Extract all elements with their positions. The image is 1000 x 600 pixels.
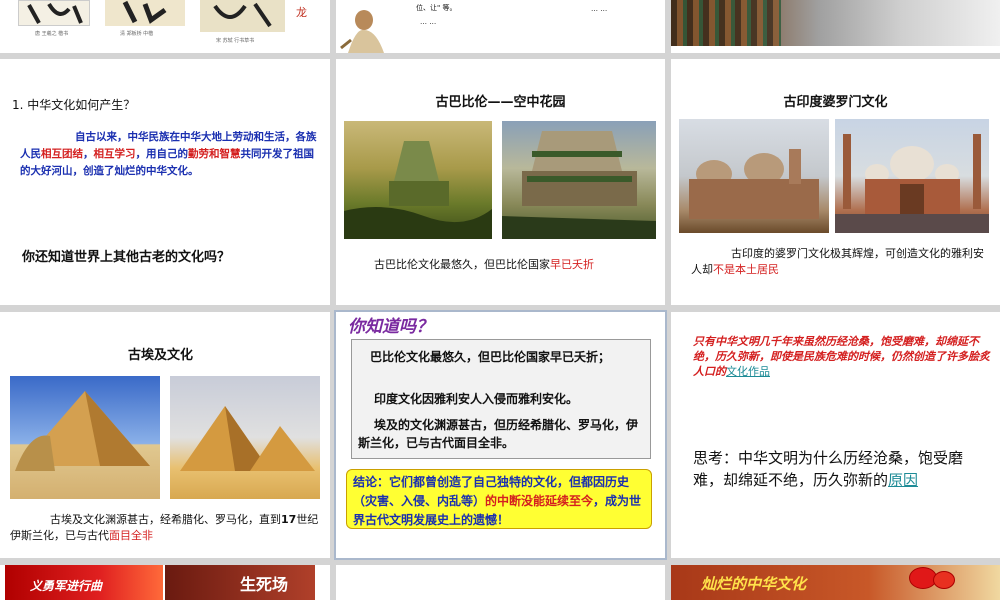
think-question: 思考：中华文明为什么历经沧桑，饱受磨难，却绵延不绝，历久弥新的原因 xyxy=(693,447,983,491)
babylon-caption: 古巴比伦文化最悠久，但巴比伦国家早已夭折 xyxy=(374,256,594,272)
egypt-caption-plain-1: 古埃及文化渊源甚古，经希腊化、罗马化，直到 xyxy=(50,513,281,526)
anthem-title: 义勇军进行曲 xyxy=(30,579,103,593)
slide-brilliant-culture[interactable]: 灿烂的中华文化 xyxy=(671,565,1000,600)
brilliant-culture-title: 灿烂的中华文化 xyxy=(701,575,807,593)
did-you-know-box: 巴比伦文化最悠久，但巴比伦国家早已夭折； 印度文化因雅利安人入侵而雅利安化。 埃… xyxy=(351,339,651,459)
calligraphy-caption-3: 宋 苏轼 行书草书 xyxy=(216,38,255,44)
para-part-3: ，用自己的 xyxy=(135,148,189,160)
origin-question: 1. 中华文化如何产生？ xyxy=(12,98,136,112)
other-cultures-question: 你还知道世界上其他古老的文化吗？ xyxy=(22,250,231,265)
babylon-caption-plain: 古巴比伦文化最悠久，但巴比伦国家 xyxy=(374,258,550,271)
conclusion-box: 结论：它们都曾创造了自己独特的文化，但都因历史（灾害、入侵、内乱等）的中断没能延… xyxy=(346,469,652,529)
india-title: 古印度婆罗门文化 xyxy=(783,95,888,110)
babylon-painting-2 xyxy=(502,121,656,239)
india-caption-red: 不是本土居民 xyxy=(713,263,779,276)
slide-text-partial[interactable]: 位、让" 等。 … … … … xyxy=(336,0,665,53)
calligraphy-image-3 xyxy=(200,0,285,32)
egypt-title: 古埃及文化 xyxy=(128,348,194,363)
egypt-caption-red: 面目全非 xyxy=(109,529,153,542)
cultural-works-link[interactable]: 文化作品 xyxy=(726,365,770,378)
india-temple-image-1 xyxy=(679,119,829,233)
conclusion-red: 的中断没能延续至今 xyxy=(485,494,594,508)
babylon-painting-1 xyxy=(344,121,492,239)
partial-text-line: 位、让" 等。 xyxy=(416,4,457,12)
origin-paragraph: 自古以来，中华民族在中华大地上劳动和生活，各族人民相互团结，相互学习，用自己的勤… xyxy=(20,129,320,180)
fact-egypt: 埃及的文化渊源甚古，但历经希腊化、罗马化，伊斯兰化，已与古代面目全非。 xyxy=(358,418,639,450)
reason-link[interactable]: 原因 xyxy=(888,471,918,489)
calligraphy-image-1 xyxy=(18,0,90,26)
para-red-2: 相互学习 xyxy=(93,148,136,160)
sphinx-pyramid-image xyxy=(10,376,160,499)
scholar-figure-image xyxy=(336,0,391,53)
did-you-know-heading: 你知道吗？ xyxy=(348,317,433,337)
india-caption: 古印度的婆罗门文化极其辉煌，可创造文化的雅利安人却不是本土居民 xyxy=(691,246,991,278)
para-red-3: 勤劳和智慧 xyxy=(188,148,241,160)
babylon-title: 古巴比伦——空中花园 xyxy=(435,95,566,110)
slide-blank-partial[interactable] xyxy=(336,565,665,600)
slide-babylon[interactable]: 古巴比伦——空中花园 古巴比伦文化最悠久，但巴比伦国家早已夭折 xyxy=(336,59,665,305)
civilization-statement: 只有中华文明几千年来虽然历经沧桑，饱受磨难，却绵延不绝，历久弥新，即使是民族危难… xyxy=(693,334,998,379)
slide-anthem[interactable]: 义勇军进行曲 生死场 xyxy=(0,565,330,600)
india-temple-image-2 xyxy=(835,119,989,233)
novel-title: 生死场 xyxy=(240,575,289,594)
think-question-text: 思考：中华文明为什么历经沧桑，饱受磨难，却绵延不绝，历久弥新的 xyxy=(693,449,964,489)
slide-did-you-know[interactable]: 你知道吗？ 巴比伦文化最悠久，但巴比伦国家早已夭折； 印度文化因雅利安人入侵而雅… xyxy=(334,310,667,560)
slide-chinese-civilization[interactable]: 只有中华文明几千年来虽然历经沧桑，饱受磨难，却绵延不绝，历久弥新，即使是民族危难… xyxy=(671,312,1000,558)
slide-egypt[interactable]: 古埃及文化 古埃及文化渊源甚古，经希腊化、罗马化，直到17世纪伊斯兰化，已与古代… xyxy=(0,312,330,558)
fact-babylon: 巴比伦文化最悠久，但巴比伦国家早已夭折； xyxy=(370,350,611,364)
ellipsis-2: … … xyxy=(420,18,437,26)
calligraphy-caption-2: 清 郑板桥 中楷 xyxy=(120,31,154,37)
para-part-2: ， xyxy=(83,148,94,160)
fact-india: 印度文化因雅利安人入侵而雅利安化。 xyxy=(374,392,579,406)
pyramids-image xyxy=(170,376,320,499)
calligraphy-caption-1: 唐 王羲之 楷书 xyxy=(35,31,69,37)
slide-india[interactable]: 古印度婆罗门文化 古印度的婆罗门文化极其辉煌，可创造文化的雅利安人却不是本土居民 xyxy=(671,59,1000,305)
egypt-caption: 古埃及文化渊源甚古，经希腊化、罗马化，直到17世纪伊斯兰化，已与古代面目全非 xyxy=(10,512,322,544)
books-image-shadow xyxy=(671,0,781,46)
slide-books[interactable] xyxy=(671,0,1000,53)
egypt-caption-century: 17 xyxy=(281,513,297,526)
para-red-1: 相互团结 xyxy=(41,148,83,160)
babylon-caption-red: 早已夭折 xyxy=(550,258,594,271)
slide-chinese-culture-origin[interactable]: 1. 中华文化如何产生？ 自古以来，中华民族在中华大地上劳动和生活，各族人民相互… xyxy=(0,59,330,305)
ellipsis-1: … … xyxy=(591,5,608,13)
slide-calligraphy[interactable]: 龙 唐 王羲之 楷书 清 郑板桥 中楷 宋 苏轼 行书草书 xyxy=(0,0,330,53)
lantern-icon-2 xyxy=(933,571,955,589)
calligraphy-image-2 xyxy=(105,0,185,26)
seal-mark: 龙 xyxy=(296,6,307,19)
